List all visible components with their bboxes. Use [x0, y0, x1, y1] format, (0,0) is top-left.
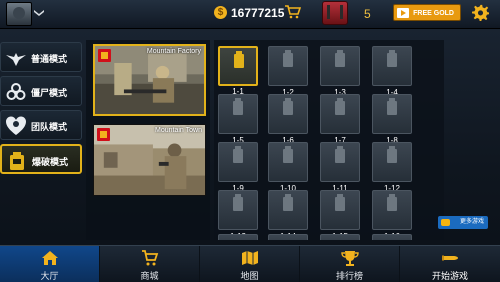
heart-shield-icon — [6, 116, 26, 135]
level-1-9[interactable]: 1-9 — [218, 142, 258, 193]
settings-gear-icon[interactable] — [472, 4, 489, 21]
mode-label: 团队模式 — [31, 122, 68, 132]
map-thumbnail — [94, 125, 205, 195]
nav-leaderboard[interactable]: 排行榜 — [300, 246, 400, 282]
eagle-icon — [6, 53, 26, 66]
start-game-button[interactable]: 开始游戏 — [400, 246, 500, 282]
nav-label: 商城 — [140, 271, 159, 281]
magazine-icon — [233, 146, 243, 163]
level-1-1[interactable]: 1-1 — [218, 46, 258, 96]
buy-coins-cart-icon[interactable] — [285, 5, 301, 19]
player-avatar[interactable] — [6, 2, 32, 26]
map-thumbnail — [95, 46, 204, 114]
bomb-icon — [10, 152, 24, 170]
magazine-icon — [387, 146, 397, 163]
mode-label: 普通模式 — [31, 54, 68, 64]
map-title: Mountain Town — [155, 127, 202, 134]
magazine-icon — [387, 98, 397, 115]
level-1-2[interactable]: 1-2 — [268, 46, 308, 97]
more-games-label: 更多游戏 — [459, 219, 484, 225]
level-1-10[interactable]: 1-10 — [268, 142, 308, 193]
magazine-icon — [335, 98, 345, 115]
nav-shop[interactable]: 商城 — [100, 246, 200, 282]
level-1-4[interactable]: 1-4 — [372, 46, 412, 97]
magazine-icon — [387, 194, 397, 211]
map-badge-icon — [98, 49, 111, 62]
level-1-7[interactable]: 1-7 — [320, 94, 360, 145]
gamepad-icon — [441, 219, 450, 226]
level-partial[interactable] — [372, 234, 412, 240]
free-gold-label: FREE GOLD — [413, 10, 454, 17]
level-1-5[interactable]: 1-5 — [218, 94, 258, 145]
level-1-12[interactable]: 1-12 — [372, 142, 412, 193]
bottom-nav: 大厅 商城 地图 排行榜 开始游戏 — [0, 245, 500, 282]
level-partial[interactable] — [268, 234, 308, 240]
map-list: Mountain Factory Mountain Town — [86, 40, 210, 240]
map-card-mountain-factory[interactable]: Mountain Factory — [93, 44, 206, 116]
level-1-8[interactable]: 1-8 — [372, 94, 412, 145]
mode-team[interactable]: 团队模式 — [0, 110, 82, 140]
magazine-icon — [234, 51, 244, 68]
mode-label: 爆破模式 — [32, 157, 69, 167]
nav-label: 开始游戏 — [431, 271, 468, 281]
bullet-icon — [442, 255, 458, 261]
rank-chevron-icon — [34, 10, 44, 16]
magazine-icon — [283, 98, 293, 115]
magazine-icon — [233, 194, 243, 211]
level-1-13[interactable]: 1-13 — [218, 190, 258, 240]
coin-balance: 16777215 — [231, 6, 285, 20]
nav-label: 大厅 — [40, 271, 59, 281]
level-1-3[interactable]: 1-3 — [320, 46, 360, 97]
level-1-15[interactable]: 1-15 — [320, 190, 360, 240]
magazine-icon — [335, 50, 345, 67]
home-icon — [41, 251, 58, 265]
nav-label: 地图 — [240, 271, 259, 281]
level-1-6[interactable]: 1-6 — [268, 94, 308, 145]
cart-icon — [141, 250, 158, 266]
magazine-icon — [283, 50, 293, 67]
nav-map[interactable]: 地图 — [200, 246, 300, 282]
free-gold-button[interactable]: FREE GOLD — [393, 4, 461, 21]
level-partial[interactable] — [320, 234, 360, 240]
level-1-11[interactable]: 1-11 — [320, 142, 360, 193]
weapon-case-icon[interactable] — [322, 1, 348, 25]
map-badge-icon — [97, 128, 110, 141]
more-games-button[interactable]: 更多游戏 — [438, 216, 488, 229]
map-title: Mountain Factory — [146, 48, 201, 55]
level-1-14[interactable]: 1-14 — [268, 190, 308, 240]
biohazard-icon — [6, 83, 26, 100]
nav-lobby[interactable]: 大厅 — [0, 246, 100, 282]
magazine-icon — [387, 50, 397, 67]
mode-demolition[interactable]: 爆破模式 — [0, 144, 82, 174]
magazine-icon — [283, 146, 293, 163]
level-partial[interactable] — [218, 234, 258, 240]
magazine-icon — [283, 194, 293, 211]
mode-zombie[interactable]: 僵尸模式 — [0, 76, 82, 106]
video-play-icon — [397, 8, 409, 18]
top-bar: $ 16777215 5 FREE GOLD — [0, 0, 500, 29]
map-icon — [241, 251, 258, 265]
coin-icon: $ — [214, 6, 227, 19]
magazine-icon — [335, 146, 345, 163]
nav-label: 排行榜 — [335, 271, 363, 281]
mode-normal[interactable]: 普通模式 — [0, 42, 82, 72]
mode-list: 普通模式 僵尸模式 团队模式 爆破模式 — [0, 40, 84, 240]
level-1-16[interactable]: 1-16 — [372, 190, 412, 240]
magazine-icon — [233, 98, 243, 115]
trophy-icon — [340, 251, 359, 266]
case-count: 5 — [364, 7, 371, 21]
map-card-mountain-town[interactable]: Mountain Town — [93, 124, 206, 196]
level-grid: 1-1 1-2 1-3 1-4 1-5 1-6 1-7 1-8 1-9 1-10… — [214, 40, 444, 240]
magazine-icon — [335, 194, 345, 211]
mode-label: 僵尸模式 — [31, 88, 68, 98]
